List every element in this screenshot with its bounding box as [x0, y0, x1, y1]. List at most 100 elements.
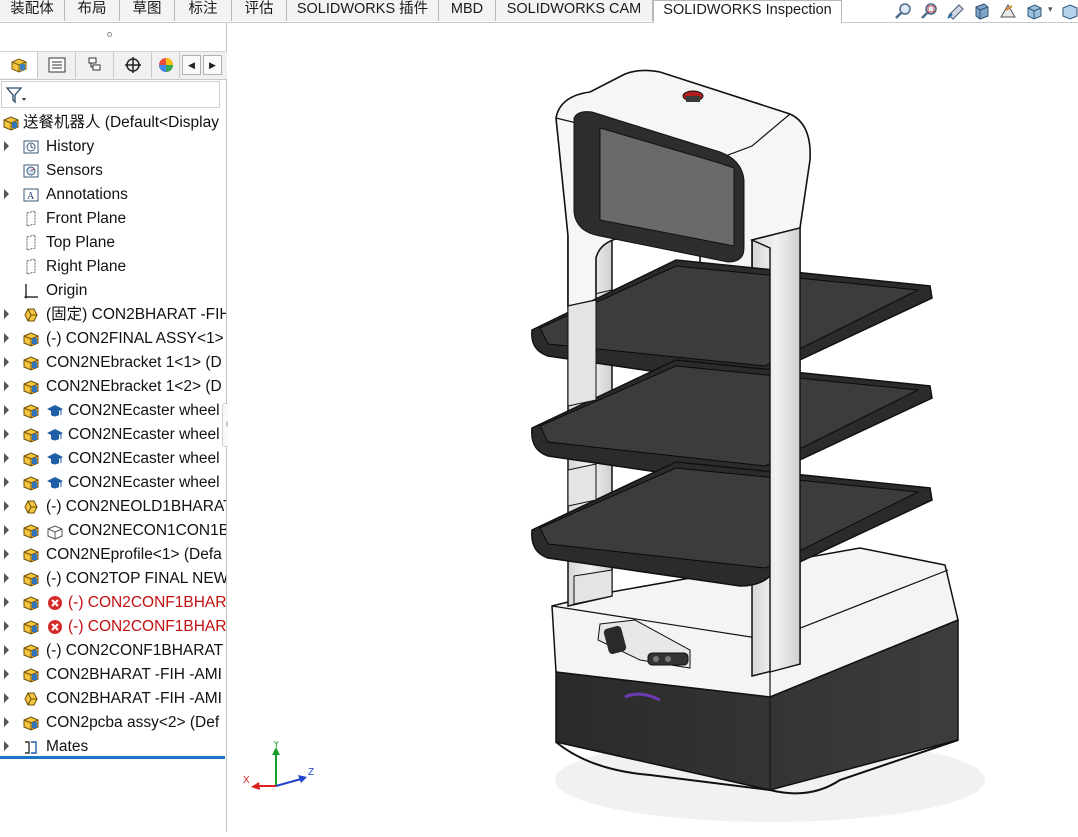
tree-item[interactable]: (-) CON2CONF1BHAR — [0, 615, 226, 639]
tab-sketch[interactable]: 草图 — [120, 0, 175, 21]
plane-icon — [22, 210, 40, 228]
history-icon — [22, 138, 40, 156]
view-orientation-icon[interactable] — [998, 2, 1018, 20]
expand-arrow-icon[interactable] — [4, 645, 9, 655]
expand-arrow-icon[interactable] — [4, 141, 9, 151]
tree-item[interactable]: Front Plane — [0, 207, 226, 231]
tree-item[interactable]: (-) CON2NEOLD1BHARAT — [0, 495, 226, 519]
toolbox-icon — [46, 426, 64, 444]
expand-arrow-icon[interactable] — [4, 357, 9, 367]
expand-arrow-icon[interactable] — [4, 453, 9, 463]
tree-item[interactable]: (-) CON2FINAL ASSY<1> — [0, 327, 226, 351]
tree-item[interactable]: CON2BHARAT -FIH -AMI — [0, 687, 226, 711]
toolbox-icon — [46, 450, 64, 468]
tree-item[interactable]: Sensors — [0, 159, 226, 183]
expand-arrow-icon[interactable] — [4, 693, 9, 703]
tree-item[interactable]: Right Plane — [0, 255, 226, 279]
robot-model[interactable] — [228, 23, 1078, 832]
tab-inspection[interactable]: SOLIDWORKS Inspection — [653, 0, 842, 23]
zoom-to-fit-icon[interactable] — [894, 2, 914, 20]
expand-arrow-icon[interactable] — [4, 549, 9, 559]
tab-markup[interactable]: 标注 — [175, 0, 232, 21]
tree-bottom-bar — [0, 756, 225, 759]
tree-item-label: (-) CON2FINAL ASSY<1> — [46, 330, 224, 347]
assembly-icon — [22, 594, 40, 612]
tree-item-label: CON2NEbracket 1<1> (D — [46, 354, 222, 371]
panel-grip[interactable] — [107, 32, 112, 37]
configurationmanager-icon[interactable] — [76, 52, 114, 78]
tree-item[interactable]: CON2NEcaster wheel — [0, 423, 226, 447]
propertymanager-icon[interactable] — [38, 52, 76, 78]
expand-arrow-icon[interactable] — [4, 477, 9, 487]
manager-tabs: ◀ ▶ — [0, 51, 227, 80]
part-icon — [22, 690, 40, 708]
dimxpert-icon[interactable] — [114, 52, 152, 78]
tree-item[interactable]: CON2NEbracket 1<2> (D — [0, 375, 226, 399]
expand-arrow-icon[interactable] — [4, 189, 9, 199]
triad-z-label: Z — [308, 767, 314, 778]
triad-y-label: Y — [273, 741, 280, 750]
tab-evaluate[interactable]: 评估 — [232, 0, 287, 21]
graphics-area[interactable]: Y X Z — [228, 23, 1078, 832]
tree-item-label: Annotations — [46, 186, 128, 203]
expand-arrow-icon[interactable] — [4, 621, 9, 631]
tree-filter-input[interactable] — [1, 81, 220, 108]
tab-mbd[interactable]: MBD — [439, 0, 496, 21]
tree-item-label: CON2NEcaster wheel — [68, 426, 220, 443]
tabs-scroll-left-button[interactable]: ◀ — [182, 55, 201, 75]
reference-triad: Y X Z — [241, 739, 321, 801]
filter-icon[interactable] — [5, 86, 27, 104]
expand-arrow-icon[interactable] — [4, 717, 9, 727]
tree-item-label: CON2BHARAT -FIH -AMI — [46, 666, 222, 683]
tree-item[interactable]: CON2NEprofile<1> (Defa — [0, 543, 226, 567]
chevron-down-icon[interactable]: ▾ — [1048, 4, 1053, 15]
expand-arrow-icon[interactable] — [4, 501, 9, 511]
tree-item[interactable]: Origin — [0, 279, 226, 303]
expand-arrow-icon[interactable] — [4, 525, 9, 535]
featuremanager-icon[interactable] — [0, 52, 38, 78]
tree-item[interactable]: CON2BHARAT -FIH -AMI — [0, 663, 226, 687]
tree-item[interactable]: (-) CON2TOP FINAL NEW — [0, 567, 226, 591]
tab-layout[interactable]: 布局 — [65, 0, 120, 21]
tree-item[interactable]: CON2NECON1CON1B — [0, 519, 226, 543]
tab-assembly[interactable]: 装配体 — [0, 0, 65, 21]
feature-tree: 送餐机器人 (Default<Display History Sensors A Ann… — [0, 111, 226, 761]
zoom-to-area-icon[interactable] — [920, 2, 940, 20]
expand-arrow-icon[interactable] — [4, 669, 9, 679]
tree-item[interactable]: A Annotations — [0, 183, 226, 207]
tab-cam[interactable]: SOLIDWORKS CAM — [496, 0, 653, 21]
tree-item-label: Origin — [46, 282, 88, 299]
previous-view-icon[interactable] — [946, 2, 966, 20]
tab-addins[interactable]: SOLIDWORKS 插件 — [287, 0, 439, 21]
triad-x-label: X — [243, 775, 250, 786]
expand-arrow-icon[interactable] — [4, 597, 9, 607]
part-icon — [22, 306, 40, 324]
tabs-scroll-right-button[interactable]: ▶ — [203, 55, 222, 75]
tree-item[interactable]: (-) CON2CONF1BHAR — [0, 591, 226, 615]
display-style-icon[interactable] — [1024, 2, 1044, 20]
expand-arrow-icon[interactable] — [4, 573, 9, 583]
tree-item[interactable]: (-) CON2CONF1BHARAT — [0, 639, 226, 663]
plane-icon — [22, 258, 40, 276]
expand-arrow-icon[interactable] — [4, 381, 9, 391]
tree-root[interactable]: 送餐机器人 (Default<Display — [0, 111, 226, 135]
root-icon — [2, 114, 20, 132]
section-view-icon[interactable] — [972, 2, 992, 20]
tree-item[interactable]: Top Plane — [0, 231, 226, 255]
expand-arrow-icon[interactable] — [4, 405, 9, 415]
tree-item[interactable]: History — [0, 135, 226, 159]
tree-item[interactable]: CON2NEbracket 1<1> (D — [0, 351, 226, 375]
expand-arrow-icon[interactable] — [4, 429, 9, 439]
displaymanager-icon[interactable] — [152, 52, 180, 78]
tree-item[interactable]: CON2pcba assy<2> (Def — [0, 711, 226, 735]
assembly-icon — [22, 666, 40, 684]
tree-item[interactable]: CON2NEcaster wheel — [0, 471, 226, 495]
expand-arrow-icon[interactable] — [4, 309, 9, 319]
tree-item[interactable]: CON2NEcaster wheel — [0, 447, 226, 471]
tree-item[interactable]: (固定) CON2BHARAT -FIH — [0, 303, 226, 327]
hide-show-icon[interactable] — [1060, 2, 1078, 20]
expand-arrow-icon[interactable] — [4, 333, 9, 343]
expand-arrow-icon[interactable] — [4, 741, 9, 751]
tree-item-label: Right Plane — [46, 258, 127, 275]
tree-item[interactable]: CON2NEcaster wheel — [0, 399, 226, 423]
